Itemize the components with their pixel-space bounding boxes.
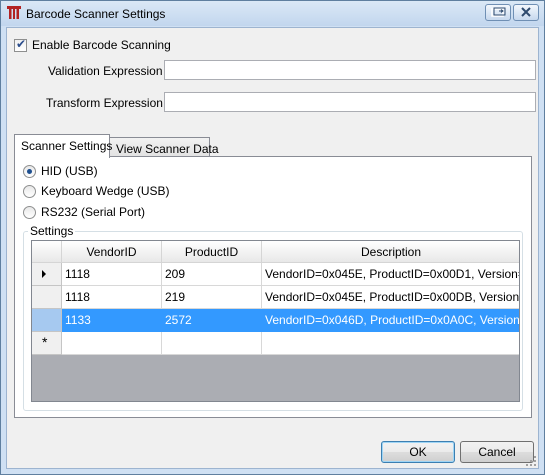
cancel-button[interactable]: Cancel (460, 441, 534, 463)
column-header-description[interactable]: Description (262, 241, 519, 263)
new-row-asterisk-icon: * (42, 334, 48, 350)
new-row-cell[interactable] (62, 332, 162, 355)
tab-scanner-settings[interactable]: Scanner Settings (14, 134, 112, 158)
dialog-window: Barcode Scanner Settings ✔ Enable Barcod… (0, 0, 545, 475)
dialog-client-area: ✔ Enable Barcode Scanning Validation Exp… (6, 27, 539, 469)
close-button[interactable] (513, 4, 539, 21)
column-header-productid[interactable]: ProductID (162, 241, 262, 263)
column-header-vendorid[interactable]: VendorID (62, 241, 162, 263)
settings-group-title: Settings (28, 224, 76, 238)
ok-button[interactable]: OK (381, 441, 455, 463)
enable-scanning-label: Enable Barcode Scanning (32, 38, 171, 52)
radio-hid-usb[interactable] (23, 165, 36, 178)
table-cell[interactable]: 209 (162, 263, 262, 286)
current-row-arrow-icon (42, 270, 46, 278)
validation-expression-label: Validation Expression (48, 64, 163, 78)
enable-scanning-checkbox[interactable]: ✔ (14, 37, 27, 52)
table-cell[interactable]: 2572 (162, 309, 262, 332)
app-icon (7, 6, 21, 19)
table-cell[interactable]: 219 (162, 286, 262, 309)
grid-corner-header (32, 241, 62, 263)
scanner-settings-panel: HID (USB) Keyboard Wedge (USB) RS232 (Se… (14, 156, 532, 418)
row-header-current[interactable] (32, 263, 62, 286)
new-row-cell[interactable] (162, 332, 262, 355)
row-header-selected[interactable] (32, 309, 62, 332)
restore-icon (491, 7, 506, 17)
window-title: Barcode Scanner Settings (26, 7, 166, 21)
transform-expression-label: Transform Expression (46, 96, 163, 110)
row-header-new[interactable]: * (32, 332, 62, 355)
restore-button[interactable] (485, 4, 511, 21)
new-row-cell[interactable] (262, 332, 519, 355)
checkmark-icon: ✔ (16, 37, 27, 51)
table-cell[interactable]: 1133 (62, 309, 162, 332)
table-cell[interactable]: 1118 (62, 263, 162, 286)
transform-expression-input[interactable] (164, 92, 536, 112)
title-bar[interactable]: Barcode Scanner Settings (1, 1, 544, 26)
table-cell[interactable]: VendorID=0x045E, ProductID=0x00D1, Versi… (262, 263, 519, 286)
radio-rs232-label: RS232 (Serial Port) (41, 205, 146, 219)
radio-selected-dot (27, 169, 32, 174)
validation-expression-input[interactable] (164, 60, 536, 80)
settings-groupbox: Settings VendorID ProductID Description … (23, 224, 523, 411)
table-cell[interactable]: VendorID=0x045E, ProductID=0x00DB, Versi… (262, 286, 519, 309)
radio-hid-usb-label: HID (USB) (41, 164, 98, 178)
devices-grid[interactable]: VendorID ProductID Description 1118 209 … (31, 240, 520, 402)
row-header[interactable] (32, 286, 62, 309)
radio-keyboard-wedge-label: Keyboard Wedge (USB) (41, 184, 170, 198)
radio-rs232[interactable] (23, 206, 36, 219)
resize-grip-icon[interactable] (526, 456, 536, 466)
close-icon (521, 7, 531, 17)
table-cell[interactable]: 1118 (62, 286, 162, 309)
table-cell[interactable]: VendorID=0x046D, ProductID=0x0A0C, Versi… (262, 309, 519, 332)
grid-empty-area (32, 355, 519, 401)
radio-keyboard-wedge[interactable] (23, 185, 36, 198)
